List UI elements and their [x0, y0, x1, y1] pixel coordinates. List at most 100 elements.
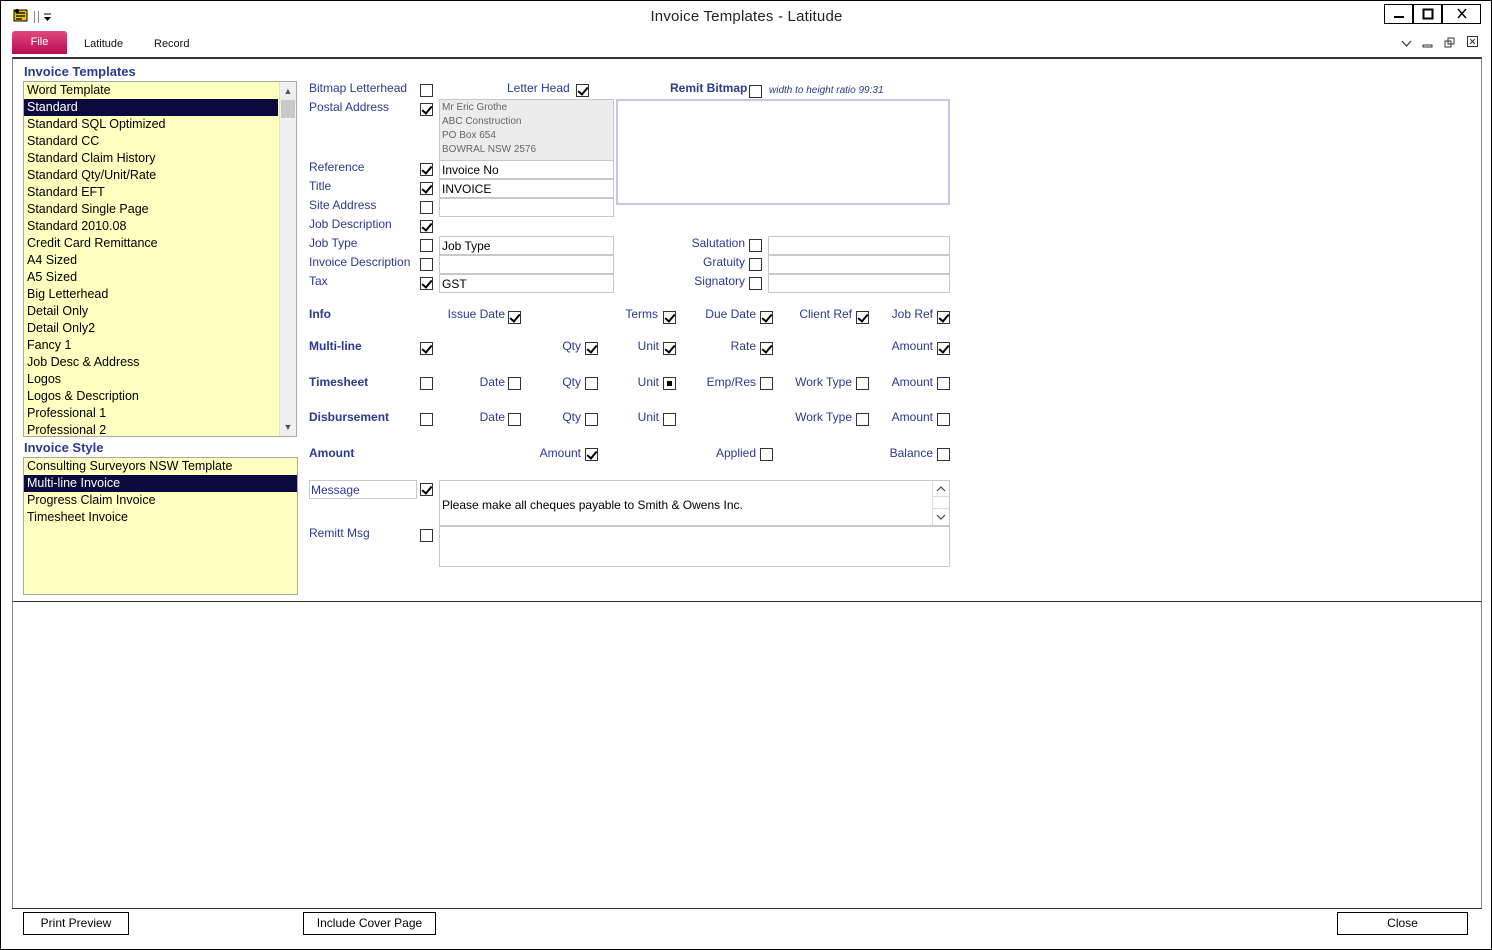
- job-type-checkbox[interactable]: [420, 239, 433, 252]
- minimize-button[interactable]: [1384, 4, 1413, 24]
- disbursement-work-type-checkbox[interactable]: [856, 413, 869, 426]
- remitt-msg-textarea[interactable]: [439, 526, 950, 567]
- amount-applied-checkbox[interactable]: [760, 448, 773, 461]
- scroll-down-arrow-icon[interactable]: ▼: [280, 419, 296, 435]
- title-checkbox[interactable]: [420, 182, 433, 195]
- template-list-item[interactable]: A4 Sized: [24, 252, 278, 269]
- print-preview-button[interactable]: Print Preview: [23, 912, 129, 935]
- include-cover-page-button[interactable]: Include Cover Page: [303, 912, 436, 935]
- mdi-close-icon[interactable]: [1467, 36, 1478, 47]
- template-list-item[interactable]: Standard Claim History: [24, 150, 278, 167]
- timesheet-date-checkbox[interactable]: [508, 377, 521, 390]
- mdi-minimize-icon[interactable]: [1422, 38, 1433, 48]
- multi-line-checkbox[interactable]: [420, 342, 433, 355]
- client-ref-checkbox[interactable]: [856, 311, 869, 324]
- template-list-item[interactable]: Standard SQL Optimized: [24, 116, 278, 133]
- record-menu[interactable]: Record: [154, 34, 189, 54]
- template-list-item[interactable]: Detail Only: [24, 303, 278, 320]
- multi-line-amount-checkbox[interactable]: [937, 342, 950, 355]
- issue-date-checkbox[interactable]: [508, 311, 521, 324]
- message-checkbox[interactable]: [420, 483, 433, 496]
- terms-checkbox[interactable]: [663, 311, 676, 324]
- invoice-description-checkbox[interactable]: [420, 258, 433, 271]
- ribbon-collapse-icon[interactable]: [1401, 38, 1412, 48]
- multi-line-qty-checkbox[interactable]: [585, 342, 598, 355]
- amount-balance-checkbox[interactable]: [937, 448, 950, 461]
- template-list-item[interactable]: Standard Single Page: [24, 201, 278, 218]
- disbursement-date-checkbox[interactable]: [508, 413, 521, 426]
- close-button[interactable]: Close: [1337, 912, 1468, 935]
- timesheet-work-type-checkbox[interactable]: [856, 377, 869, 390]
- style-list-item[interactable]: Multi-line Invoice: [24, 475, 297, 492]
- tax-field[interactable]: GST: [439, 274, 614, 293]
- template-list-item[interactable]: Big Letterhead: [24, 286, 278, 303]
- letterhead-image-box[interactable]: [616, 99, 950, 205]
- reference-checkbox[interactable]: [420, 163, 433, 176]
- template-list-item[interactable]: Logos: [24, 371, 278, 388]
- postal-address-checkbox[interactable]: [420, 103, 433, 116]
- template-list-item[interactable]: Credit Card Remittance: [24, 235, 278, 252]
- disbursement-amount-checkbox[interactable]: [937, 413, 950, 426]
- salutation-field[interactable]: [768, 236, 950, 255]
- style-list-item[interactable]: Timesheet Invoice: [24, 509, 297, 526]
- multi-line-unit-checkbox[interactable]: [663, 342, 676, 355]
- message-textarea[interactable]: Please make all cheques payable to Smith…: [439, 480, 950, 526]
- template-list-item[interactable]: Standard EFT: [24, 184, 278, 201]
- mdi-restore-icon[interactable]: [1444, 37, 1456, 48]
- template-list-item[interactable]: Job Desc & Address: [24, 354, 278, 371]
- timesheet-qty-checkbox[interactable]: [585, 377, 598, 390]
- job-type-field[interactable]: Job Type: [439, 236, 614, 255]
- amount-amount-checkbox[interactable]: [585, 448, 598, 461]
- template-list-item[interactable]: Fancy 1: [24, 337, 278, 354]
- timesheet-checkbox[interactable]: [420, 377, 433, 390]
- invoice-templates-list[interactable]: Word Template Standard Standard SQL Optimi…: [23, 81, 297, 437]
- gratuity-field[interactable]: [768, 255, 950, 274]
- signatory-field[interactable]: [768, 274, 950, 293]
- salutation-checkbox[interactable]: [749, 239, 762, 252]
- message-scroll-down-icon[interactable]: [933, 508, 949, 524]
- file-menu[interactable]: File: [12, 31, 67, 54]
- letter-head-checkbox[interactable]: [576, 84, 589, 97]
- template-list-item[interactable]: Standard: [24, 99, 278, 116]
- job-description-checkbox[interactable]: [420, 220, 433, 233]
- template-list-item[interactable]: Standard CC: [24, 133, 278, 150]
- template-list-item[interactable]: A5 Sized: [24, 269, 278, 286]
- template-list-item[interactable]: Standard 2010.08: [24, 218, 278, 235]
- disbursement-qty-checkbox[interactable]: [585, 413, 598, 426]
- site-address-checkbox[interactable]: [420, 201, 433, 214]
- due-date-checkbox[interactable]: [760, 311, 773, 324]
- disbursement-unit-checkbox[interactable]: [663, 413, 676, 426]
- template-list-item[interactable]: Logos & Description: [24, 388, 278, 405]
- invoice-style-list[interactable]: Consulting Surveyors NSW Template Multi-l…: [23, 457, 298, 595]
- template-list-item[interactable]: Professional 1: [24, 405, 278, 422]
- remit-bitmap-checkbox[interactable]: [749, 85, 762, 98]
- timesheet-unit-checkbox[interactable]: [663, 377, 676, 390]
- scroll-thumb[interactable]: [281, 100, 295, 118]
- template-list-item[interactable]: Detail Only2: [24, 320, 278, 337]
- style-list-item[interactable]: Consulting Surveyors NSW Template: [24, 458, 297, 475]
- signatory-checkbox[interactable]: [749, 277, 762, 290]
- job-ref-checkbox[interactable]: [937, 311, 950, 324]
- templates-scrollbar[interactable]: ▲ ▼: [279, 82, 296, 436]
- timesheet-amount-checkbox[interactable]: [937, 377, 950, 390]
- message-scroll-up-icon[interactable]: [933, 481, 949, 497]
- title-field[interactable]: INVOICE: [439, 179, 614, 198]
- multi-line-rate-checkbox[interactable]: [760, 342, 773, 355]
- template-list-item[interactable]: Word Template: [24, 82, 278, 99]
- bitmap-letterhead-checkbox[interactable]: [420, 84, 433, 97]
- timesheet-emp-res-checkbox[interactable]: [760, 377, 773, 390]
- latitude-menu[interactable]: Latitude: [84, 34, 123, 54]
- site-address-field[interactable]: [439, 198, 614, 217]
- disbursement-checkbox[interactable]: [420, 413, 433, 426]
- scroll-up-arrow-icon[interactable]: ▲: [280, 83, 296, 99]
- reference-field[interactable]: Invoice No: [439, 160, 614, 179]
- maximize-button[interactable]: [1413, 4, 1442, 24]
- template-list-item[interactable]: Professional 2: [24, 422, 278, 436]
- remitt-msg-checkbox[interactable]: [420, 529, 433, 542]
- tax-checkbox[interactable]: [420, 277, 433, 290]
- gratuity-checkbox[interactable]: [749, 258, 762, 271]
- template-list-item[interactable]: Standard Qty/Unit/Rate: [24, 167, 278, 184]
- style-list-item[interactable]: Progress Claim Invoice: [24, 492, 297, 509]
- close-window-button[interactable]: [1442, 4, 1481, 24]
- invoice-description-field[interactable]: [439, 255, 614, 274]
